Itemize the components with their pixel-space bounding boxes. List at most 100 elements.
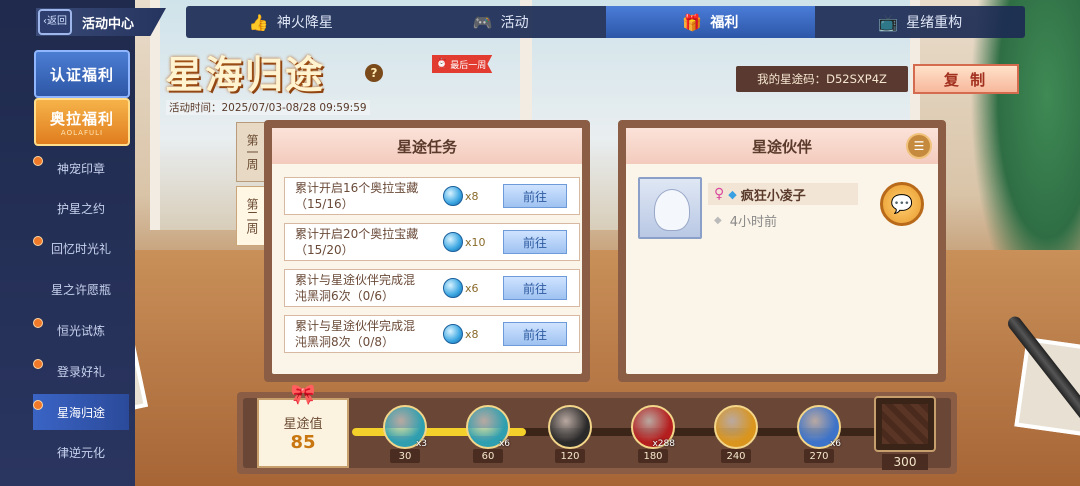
final-reward-box[interactable] [874,396,936,452]
go-button[interactable]: 前往 [503,230,567,254]
sidebar-item-memory[interactable]: 回忆时光礼 [33,230,129,266]
gift-icon: 🎁 [682,12,703,32]
sidebar-item-label: 登录好礼 [56,364,105,379]
task-line: 累计开启16个奥拉宝藏 [295,181,419,195]
reward-count: x8 [465,189,479,203]
notification-dot [33,400,43,410]
task-text: 累计开启20个奥拉宝藏 （15/20） [285,226,435,258]
reward-qty: x288 [652,439,675,449]
tab-label: 星绪重构 [906,15,963,31]
sidebar-item-label: 神宠印章 [56,161,105,176]
sidebar-item-guard-star[interactable]: 护星之约 [33,190,129,226]
badge-label: 最后一周 [450,60,487,71]
sidebar-item-label: 护星之约 [56,201,105,216]
reward-threshold: 120 [555,449,585,463]
partner-status: ◆ 4小时前 [714,211,777,230]
help-icon[interactable]: ? [365,64,383,82]
task-line: （15/16） [295,197,354,211]
back-icon[interactable]: ‹返回 [38,9,72,35]
partner-card: ♀ ◆ 疯狂小凌子 ◆ 4小时前 [638,177,858,239]
reward-icon[interactable]: x288 [631,405,675,449]
sidebar-item-trial[interactable]: 恒光试炼 [33,312,129,348]
sidebar-item-label: 奥拉福利 [49,109,114,128]
clock-icon: ⏰ [436,59,448,69]
reward-qty: x3 [415,439,427,449]
reward-icon[interactable]: x3 [383,405,427,449]
sidebar-item-label: 星之许愿瓶 [50,282,111,297]
partner-avatar[interactable] [638,177,702,239]
reward-icon[interactable]: x6 [797,405,841,449]
event-time: 活动时间：2025/07/03-08/28 09:59:59 [166,100,370,115]
chat-button[interactable]: 💬 [880,182,924,226]
reward-icon[interactable]: x6 [466,405,510,449]
tab-label: 福利 [710,15,739,31]
sidebar-item-reverse[interactable]: 律逆元化 [33,434,129,470]
partner-name-bar: ♀ ◆ 疯狂小凌子 [708,183,858,205]
reward-threshold: 30 [390,449,420,463]
task-paper: 星途任务 累计开启16个奥拉宝藏 （15/16） x8 前往 累计开启20个奥拉宝… [272,128,582,374]
reward-qty: x6 [498,439,510,449]
tab-welfare[interactable]: 🎁 福利 [605,6,816,38]
score-value: 85 [290,432,316,453]
copy-button[interactable]: 复 制 [913,64,1019,94]
task-row: 累计开启20个奥拉宝藏 （15/20） x10 前往 [284,223,580,261]
task-text: 累计开启16个奥拉宝藏 （15/16） [285,180,435,212]
score-label: 星途值 [283,417,323,432]
sidebar-item-wish-bottle[interactable]: 星之许愿瓶 [33,271,129,307]
female-icon: ♀ [714,186,725,202]
last-seen: 4小时前 [729,215,777,230]
task-line: 沌黑洞8次（0/8） [295,335,394,349]
top-tab-bar: 👍 神火降星 🎮 活动 🎁 福利 📺 星绪重构 [186,6,1025,38]
task-line: 沌黑洞6次（0/6） [295,289,394,303]
go-button[interactable]: 前往 [503,184,567,208]
sidebar-item-label: 认证福利 [49,65,114,84]
gamepad-icon: 🎮 [472,12,493,32]
partner-panel-title: 星途伙伴 [751,137,812,156]
center-title: 活动中心 [82,16,135,32]
tab-label: 神火降星 [276,15,333,31]
sidebar-item-label: 恒光试炼 [56,323,105,338]
partner-paper: 星途伙伴 ☰ ♀ ◆ 疯狂小凌子 ◆ 4小时前 💬 [626,128,938,374]
tv-icon: 📺 [878,12,899,32]
tab-label: 活动 [500,15,529,31]
week-label: 第二周 [245,198,259,234]
reward-count: x8 [465,327,479,341]
reward-icon[interactable] [548,405,592,449]
partner-name: 疯狂小凌子 [740,188,806,204]
sidebar-item-login-gift[interactable]: 登录好礼 [33,353,129,389]
task-panel-title: 星途任务 [396,137,457,156]
tab-divine-fire[interactable]: 👍 神火降星 [186,6,396,38]
back-button[interactable]: ‹返回 活动中心 [36,8,166,36]
sidebar-item-label: 律逆元化 [56,445,105,460]
sidebar-item-label: 星海归途 [56,405,105,420]
tab-reconstruct[interactable]: 📺 星绪重构 [815,6,1025,38]
thumbs-up-icon: 👍 [248,12,269,32]
sidebar-item-aola[interactable]: 奥拉福利 AOLAFULI [34,98,130,146]
task-row: 累计开启16个奥拉宝藏 （15/16） x8 前往 [284,177,580,215]
bow-icon: 🎀 [290,382,316,406]
score-box: 星途值 85 [257,398,349,468]
gem-icon [443,324,463,344]
sidebar-item-certify[interactable]: 认证福利 [34,50,130,98]
go-button[interactable]: 前往 [503,322,567,346]
gem-icon [443,186,463,206]
task-panel: 星途任务 累计开启16个奥拉宝藏 （15/16） x8 前往 累计开启20个奥拉宝… [264,120,590,382]
notification-dot [33,236,43,246]
status-diamond-icon: ◆ [714,215,722,226]
reward-threshold: 60 [473,449,503,463]
task-line: 累计与星途伙伴完成混 [295,273,416,287]
gem-icon [443,232,463,252]
sidebar-item-star-return[interactable]: 星海归途 [33,394,129,430]
reward-icon[interactable] [714,405,758,449]
partner-panel-header: 星途伙伴 ☰ [626,128,938,164]
notification-dot [33,156,43,166]
reward-count: x6 [465,281,479,295]
tab-activity[interactable]: 🎮 活动 [396,6,606,38]
go-button[interactable]: 前往 [503,276,567,300]
record-icon[interactable]: ☰ [906,133,932,159]
sidebar-item-pet-seal[interactable]: 神宠印章 [33,150,129,186]
task-panel-header: 星途任务 [272,128,582,164]
task-line: 累计开启20个奥拉宝藏 [295,227,419,241]
reward-threshold: 300 [882,454,928,470]
notification-dot [33,318,43,328]
